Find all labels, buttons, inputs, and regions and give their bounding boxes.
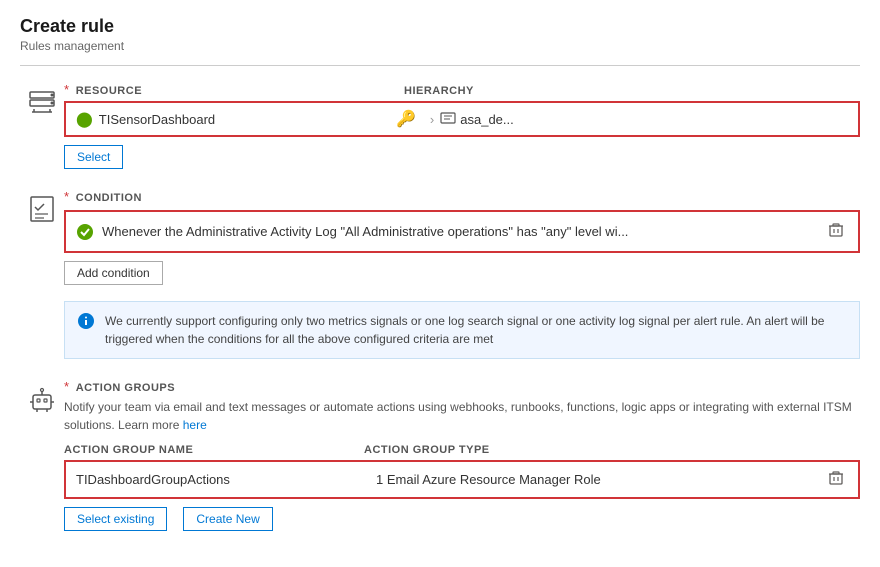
ag-type-cell: 1 Email Azure Resource Manager Role [376,472,824,487]
condition-content: * CONDITION Whenever the Administrative … [64,189,860,359]
select-existing-button[interactable]: Select existing [64,507,167,531]
condition-section-icon [20,189,64,225]
ag-col-type-header: ACTION GROUP TYPE [364,444,860,456]
info-text: We currently support configuring only tw… [105,312,847,348]
condition-label: CONDITION [76,192,142,204]
action-groups-description: Notify your team via email and text mess… [64,398,860,434]
action-groups-label: ACTION GROUPS [76,382,175,394]
action-groups-section: * ACTION GROUPS Notify your team via ema… [20,379,860,531]
action-groups-content: * ACTION GROUPS Notify your team via ema… [64,379,860,531]
condition-row: Whenever the Administrative Activity Log… [64,210,860,253]
hierarchy-value: asa_de... [460,112,514,127]
resource-content: * RESOURCE HIERARCHY ⬤ TISensorDashboard… [64,82,860,169]
resource-data-row: ⬤ TISensorDashboard 🔑 › asa_de... [64,101,860,137]
delete-ag-icon[interactable] [824,468,848,491]
delete-condition-icon[interactable] [824,220,848,243]
resource-hierarchy-cell: 🔑 › asa_de... [396,109,848,129]
learn-more-link[interactable]: here [183,418,207,432]
action-groups-icon [26,383,58,415]
hierarchy-label: HIERARCHY [404,85,474,97]
resource-green-dot-icon: ⬤ [76,110,93,128]
resource-name-cell: ⬤ TISensorDashboard [76,110,396,128]
info-icon [77,312,95,335]
add-condition-button[interactable]: Add condition [64,261,163,285]
resource-label: RESOURCE [76,85,142,97]
condition-required-star: * [64,189,69,204]
condition-icon [26,193,58,225]
action-groups-section-icon [20,379,64,415]
select-resource-button[interactable]: Select [64,145,123,169]
header-divider [20,65,860,66]
resource-name: TISensorDashboard [99,112,215,127]
resource-section-icon [20,82,64,118]
chevron-right-icon: › [430,112,434,127]
ag-buttons-row: Select existing Create New [64,507,860,531]
ag-name-cell: TIDashboardGroupActions [76,472,376,487]
ag-table-header: ACTION GROUP NAME ACTION GROUP TYPE [64,444,860,456]
ag-data-row: TIDashboardGroupActions 1 Email Azure Re… [64,460,860,499]
asa-icon [440,110,456,129]
ag-col-name-header: ACTION GROUP NAME [64,444,364,456]
resource-section: * RESOURCE HIERARCHY ⬤ TISensorDashboard… [20,82,860,169]
key-icon: 🔑 [396,109,416,129]
condition-section: * CONDITION Whenever the Administrative … [20,189,860,359]
resource-icon [26,86,58,118]
create-new-button[interactable]: Create New [183,507,272,531]
page-subtitle: Rules management [20,39,860,53]
resource-required-star: * [64,82,69,97]
condition-text: Whenever the Administrative Activity Log… [102,224,824,239]
page-title: Create rule [20,16,860,37]
condition-check-icon [76,223,94,241]
info-box: We currently support configuring only tw… [64,301,860,359]
action-groups-required-star: * [64,379,69,394]
